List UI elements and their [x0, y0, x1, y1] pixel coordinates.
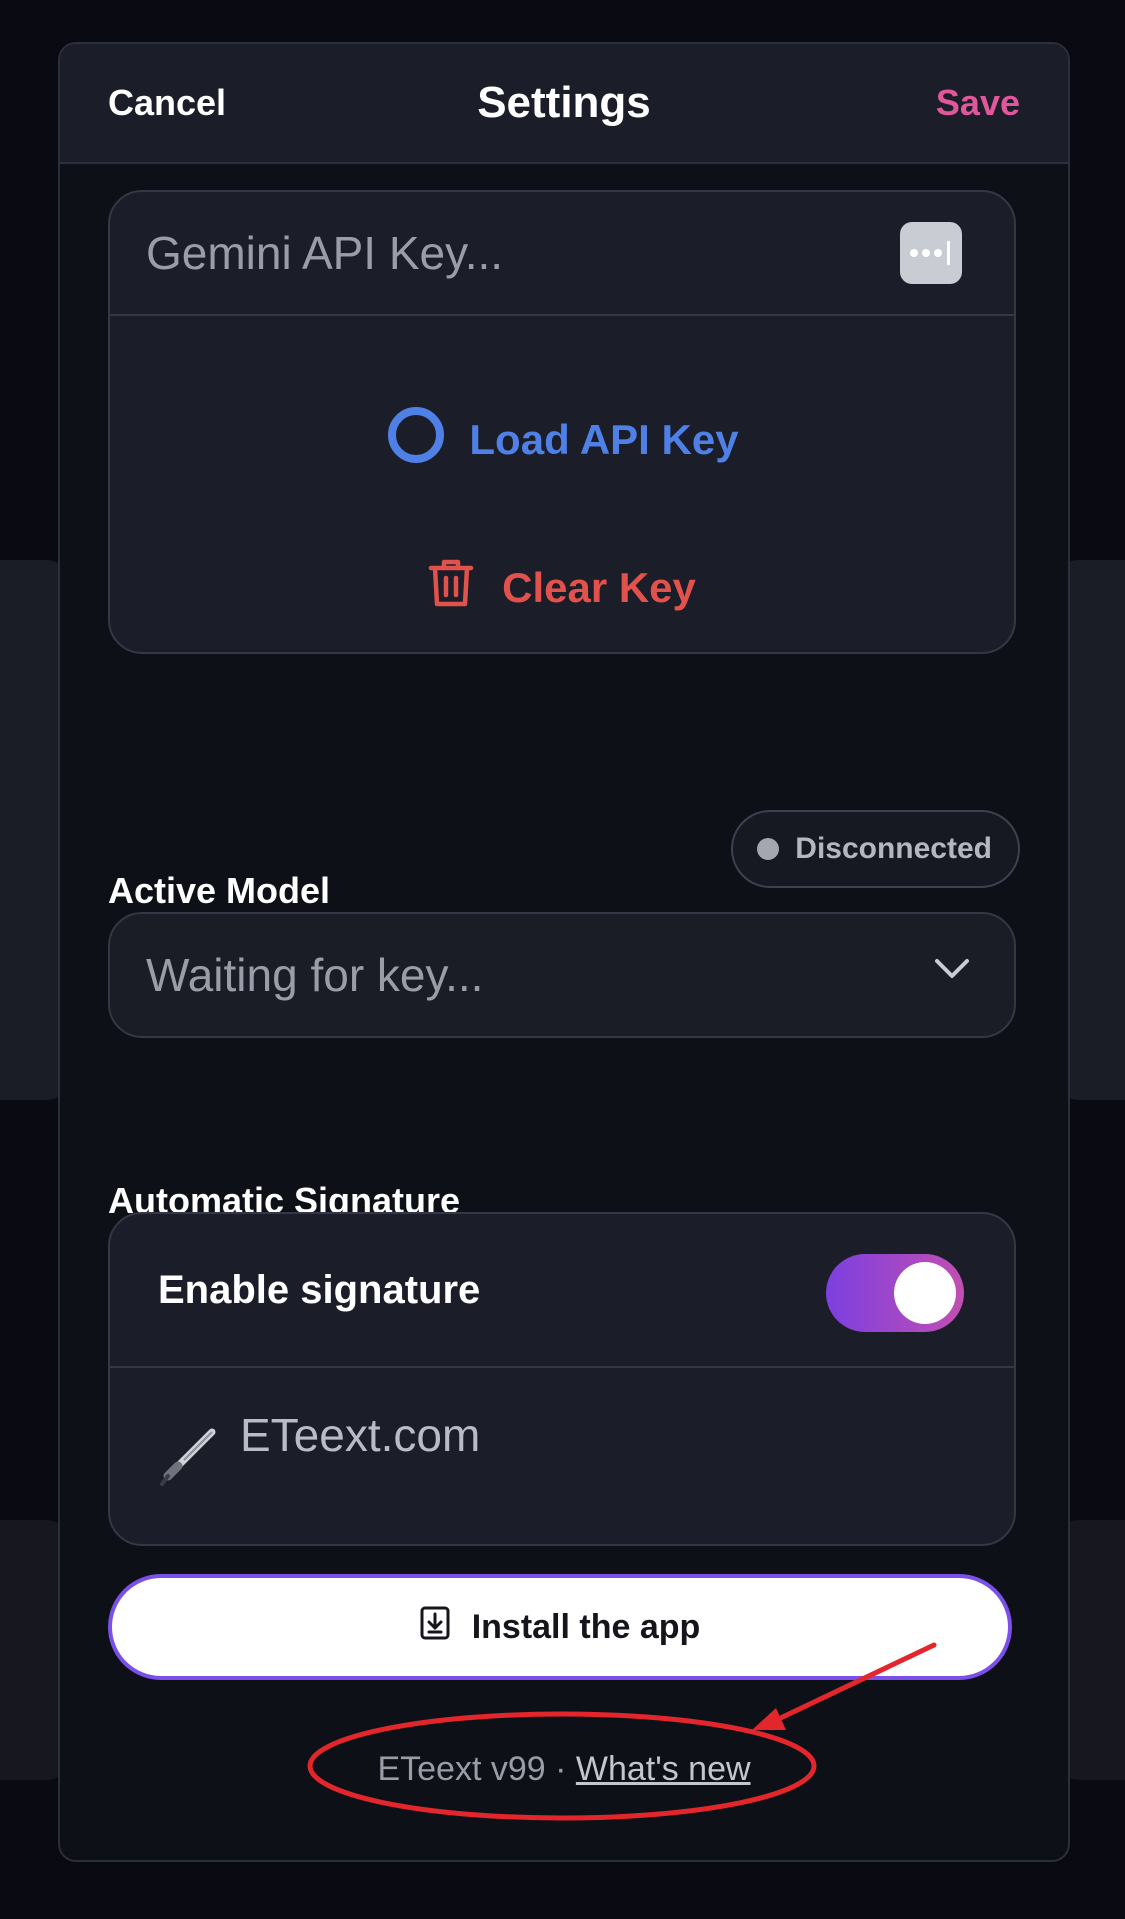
- active-model-heading: Active Model: [108, 870, 331, 911]
- status-badge: Disconnected: [731, 810, 1020, 888]
- load-api-key-label: Load API Key: [469, 416, 739, 463]
- circle-icon: [385, 404, 447, 476]
- settings-modal: Settings Cancel Save Load API Key: [58, 42, 1070, 1862]
- enable-signature-toggle[interactable]: [826, 1254, 964, 1332]
- pen-icon: [158, 1426, 220, 1493]
- modal-header: Settings Cancel Save: [60, 44, 1068, 164]
- signature-text-row[interactable]: ETeext.com: [110, 1368, 1014, 1544]
- trash-icon: [428, 557, 474, 619]
- clear-key-button[interactable]: Clear Key: [110, 544, 1014, 632]
- signature-text: ETeext.com: [240, 1409, 481, 1461]
- enable-signature-row: Enable signature: [110, 1214, 1014, 1368]
- chevron-down-icon: [934, 958, 970, 985]
- install-app-button[interactable]: Install the app: [108, 1574, 1012, 1680]
- toggle-knob: [894, 1262, 956, 1324]
- api-key-input[interactable]: [146, 192, 886, 314]
- version-footer: ETeext v99 · What's new: [60, 1750, 1068, 1789]
- status-label: Disconnected: [795, 832, 992, 865]
- clear-key-label: Clear Key: [502, 564, 696, 611]
- enable-signature-label: Enable signature: [158, 1268, 481, 1312]
- status-dot-icon: [757, 838, 780, 860]
- version-text: ETeext v99 ·: [377, 1750, 576, 1788]
- cancel-button[interactable]: Cancel: [108, 44, 226, 162]
- install-app-label: Install the app: [471, 1607, 701, 1646]
- whats-new-link[interactable]: What's new: [576, 1750, 751, 1788]
- api-key-card: Load API Key Clear Key: [108, 190, 1016, 654]
- download-icon: [420, 1606, 450, 1649]
- model-select-value: Waiting for key...: [146, 949, 484, 1001]
- api-key-row: [110, 192, 1014, 316]
- save-button[interactable]: Save: [936, 44, 1020, 162]
- load-api-key-button[interactable]: Load API Key: [110, 396, 1014, 484]
- signature-card: Enable signature ETeext.com: [108, 1212, 1016, 1546]
- model-select[interactable]: Waiting for key...: [108, 912, 1016, 1038]
- password-dots-icon[interactable]: [900, 222, 962, 284]
